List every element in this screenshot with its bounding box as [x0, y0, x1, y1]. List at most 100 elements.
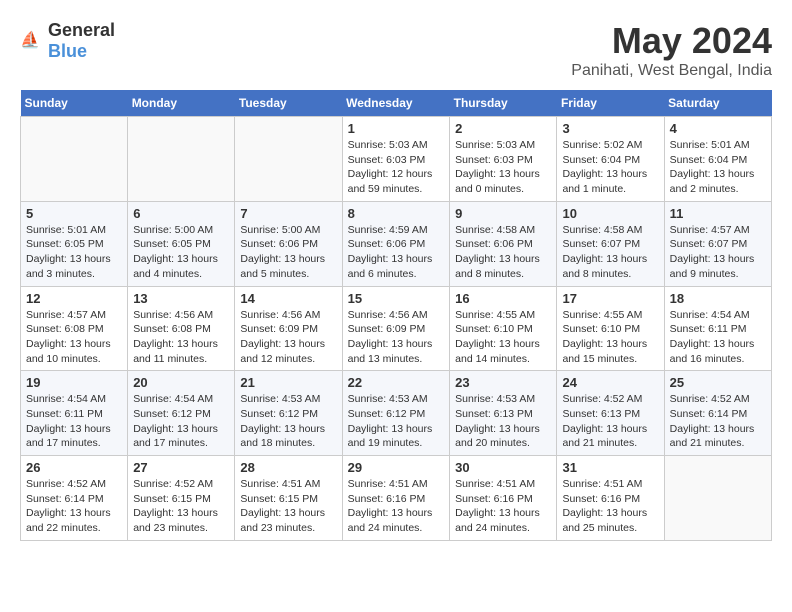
calendar-body: 1 Sunrise: 5:03 AMSunset: 6:03 PMDaylight…: [21, 117, 772, 541]
calendar-cell: 16 Sunrise: 4:55 AMSunset: 6:10 PMDayligh…: [450, 286, 557, 371]
calendar-cell: 9Sunrise: 4:58 AMSunset: 6:06 PMDaylight…: [450, 201, 557, 286]
subtitle: Panihati, West Bengal, India: [571, 62, 772, 80]
day-detail: Sunrise: 4:52 AMSunset: 6:15 PMDaylight:…: [133, 477, 229, 536]
day-number: 9: [455, 206, 551, 221]
calendar-header-monday: Monday: [128, 90, 235, 117]
day-detail: Sunrise: 5:00 AMSunset: 6:05 PMDaylight:…: [133, 223, 229, 282]
calendar-cell: 14 Sunrise: 4:56 AMSunset: 6:09 PMDayligh…: [235, 286, 342, 371]
day-detail: Sunrise: 5:03 AMSunset: 6:03 PMDaylight:…: [348, 138, 445, 197]
day-number: 29: [348, 460, 445, 475]
day-number: 13: [133, 291, 229, 306]
day-detail: Sunrise: 4:53 AMSunset: 6:13 PMDaylight:…: [455, 392, 551, 451]
calendar-cell: 2Sunrise: 5:03 AMSunset: 6:03 PMDaylight…: [450, 117, 557, 202]
logo-blue: Blue: [48, 41, 87, 61]
day-number: 8: [348, 206, 445, 221]
calendar-cell: 4 Sunrise: 5:01 AMSunset: 6:04 PMDaylight…: [664, 117, 771, 202]
day-detail: Sunrise: 4:55 AMSunset: 6:10 PMDaylight:…: [455, 308, 551, 367]
day-number: 2: [455, 121, 551, 136]
calendar-table: SundayMondayTuesdayWednesdayThursdayFrid…: [20, 90, 772, 541]
day-number: 28: [240, 460, 336, 475]
day-number: 10: [562, 206, 658, 221]
calendar-cell: 26 Sunrise: 4:52 AMSunset: 6:14 PMDayligh…: [21, 456, 128, 541]
day-detail: Sunrise: 4:53 AMSunset: 6:12 PMDaylight:…: [348, 392, 445, 451]
logo: ⛵ General Blue: [20, 20, 115, 62]
day-number: 14: [240, 291, 336, 306]
main-title: May 2024: [571, 20, 772, 62]
day-number: 4: [670, 121, 766, 136]
day-number: 24: [562, 375, 658, 390]
day-number: 6: [133, 206, 229, 221]
calendar-cell: 1 Sunrise: 5:03 AMSunset: 6:03 PMDaylight…: [342, 117, 450, 202]
day-number: 7: [240, 206, 336, 221]
day-detail: Sunrise: 4:52 AMSunset: 6:14 PMDaylight:…: [26, 477, 122, 536]
calendar-cell: 18 Sunrise: 4:54 AMSunset: 6:11 PMDayligh…: [664, 286, 771, 371]
day-number: 30: [455, 460, 551, 475]
day-number: 21: [240, 375, 336, 390]
day-detail: Sunrise: 4:59 AMSunset: 6:06 PMDaylight:…: [348, 223, 445, 282]
calendar-cell: [235, 117, 342, 202]
page-header: ⛵ General Blue May 2024 Panihati, West B…: [20, 20, 772, 80]
day-number: 22: [348, 375, 445, 390]
day-detail: Sunrise: 4:53 AMSunset: 6:12 PMDaylight:…: [240, 392, 336, 451]
calendar-cell: 19 Sunrise: 4:54 AMSunset: 6:11 PMDayligh…: [21, 371, 128, 456]
calendar-cell: 6 Sunrise: 5:00 AMSunset: 6:05 PMDaylight…: [128, 201, 235, 286]
calendar-cell: 20 Sunrise: 4:54 AMSunset: 6:12 PMDayligh…: [128, 371, 235, 456]
calendar-header-sunday: Sunday: [21, 90, 128, 117]
calendar-cell: 7 Sunrise: 5:00 AMSunset: 6:06 PMDaylight…: [235, 201, 342, 286]
day-detail: Sunrise: 4:56 AMSunset: 6:09 PMDaylight:…: [348, 308, 445, 367]
day-detail: Sunrise: 5:00 AMSunset: 6:06 PMDaylight:…: [240, 223, 336, 282]
day-detail: Sunrise: 5:01 AMSunset: 6:04 PMDaylight:…: [670, 138, 766, 197]
day-number: 16: [455, 291, 551, 306]
calendar-header-tuesday: Tuesday: [235, 90, 342, 117]
day-detail: Sunrise: 4:51 AMSunset: 6:16 PMDaylight:…: [455, 477, 551, 536]
day-number: 25: [670, 375, 766, 390]
day-number: 19: [26, 375, 122, 390]
calendar-cell: [21, 117, 128, 202]
calendar-header-saturday: Saturday: [664, 90, 771, 117]
calendar-cell: 21 Sunrise: 4:53 AMSunset: 6:12 PMDayligh…: [235, 371, 342, 456]
calendar-cell: 28 Sunrise: 4:51 AMSunset: 6:15 PMDayligh…: [235, 456, 342, 541]
calendar-cell: 27 Sunrise: 4:52 AMSunset: 6:15 PMDayligh…: [128, 456, 235, 541]
day-number: 12: [26, 291, 122, 306]
calendar-cell: 8 Sunrise: 4:59 AMSunset: 6:06 PMDaylight…: [342, 201, 450, 286]
calendar-cell: 11Sunrise: 4:57 AMSunset: 6:07 PMDayligh…: [664, 201, 771, 286]
day-detail: Sunrise: 5:01 AMSunset: 6:05 PMDaylight:…: [26, 223, 122, 282]
calendar-cell: 23Sunrise: 4:53 AMSunset: 6:13 PMDayligh…: [450, 371, 557, 456]
calendar-header-wednesday: Wednesday: [342, 90, 450, 117]
day-number: 27: [133, 460, 229, 475]
calendar-cell: 29 Sunrise: 4:51 AMSunset: 6:16 PMDayligh…: [342, 456, 450, 541]
day-number: 20: [133, 375, 229, 390]
day-detail: Sunrise: 4:57 AMSunset: 6:08 PMDaylight:…: [26, 308, 122, 367]
calendar-cell: 25Sunrise: 4:52 AMSunset: 6:14 PMDayligh…: [664, 371, 771, 456]
day-detail: Sunrise: 4:51 AMSunset: 6:16 PMDaylight:…: [562, 477, 658, 536]
day-number: 18: [670, 291, 766, 306]
day-number: 26: [26, 460, 122, 475]
day-detail: Sunrise: 4:54 AMSunset: 6:11 PMDaylight:…: [670, 308, 766, 367]
day-detail: Sunrise: 4:51 AMSunset: 6:16 PMDaylight:…: [348, 477, 445, 536]
calendar-week-row: 26 Sunrise: 4:52 AMSunset: 6:14 PMDayligh…: [21, 456, 772, 541]
logo-icon: ⛵: [20, 29, 44, 53]
calendar-cell: 15 Sunrise: 4:56 AMSunset: 6:09 PMDayligh…: [342, 286, 450, 371]
day-detail: Sunrise: 4:54 AMSunset: 6:11 PMDaylight:…: [26, 392, 122, 451]
calendar-week-row: 12 Sunrise: 4:57 AMSunset: 6:08 PMDayligh…: [21, 286, 772, 371]
calendar-cell: 13Sunrise: 4:56 AMSunset: 6:08 PMDayligh…: [128, 286, 235, 371]
day-detail: Sunrise: 4:51 AMSunset: 6:15 PMDaylight:…: [240, 477, 336, 536]
day-detail: Sunrise: 4:56 AMSunset: 6:09 PMDaylight:…: [240, 308, 336, 367]
calendar-cell: 12 Sunrise: 4:57 AMSunset: 6:08 PMDayligh…: [21, 286, 128, 371]
day-detail: Sunrise: 4:58 AMSunset: 6:07 PMDaylight:…: [562, 223, 658, 282]
calendar-cell: 31 Sunrise: 4:51 AMSunset: 6:16 PMDayligh…: [557, 456, 664, 541]
day-number: 31: [562, 460, 658, 475]
title-area: May 2024 Panihati, West Bengal, India: [571, 20, 772, 80]
calendar-cell: 3Sunrise: 5:02 AMSunset: 6:04 PMDaylight…: [557, 117, 664, 202]
calendar-header-friday: Friday: [557, 90, 664, 117]
calendar-cell: [128, 117, 235, 202]
calendar-header-row: SundayMondayTuesdayWednesdayThursdayFrid…: [21, 90, 772, 117]
calendar-cell: 5Sunrise: 5:01 AMSunset: 6:05 PMDaylight…: [21, 201, 128, 286]
day-detail: Sunrise: 4:54 AMSunset: 6:12 PMDaylight:…: [133, 392, 229, 451]
day-number: 1: [348, 121, 445, 136]
day-number: 15: [348, 291, 445, 306]
day-detail: Sunrise: 4:57 AMSunset: 6:07 PMDaylight:…: [670, 223, 766, 282]
svg-text:⛵: ⛵: [20, 30, 40, 49]
calendar-cell: 17Sunrise: 4:55 AMSunset: 6:10 PMDayligh…: [557, 286, 664, 371]
calendar-header-thursday: Thursday: [450, 90, 557, 117]
